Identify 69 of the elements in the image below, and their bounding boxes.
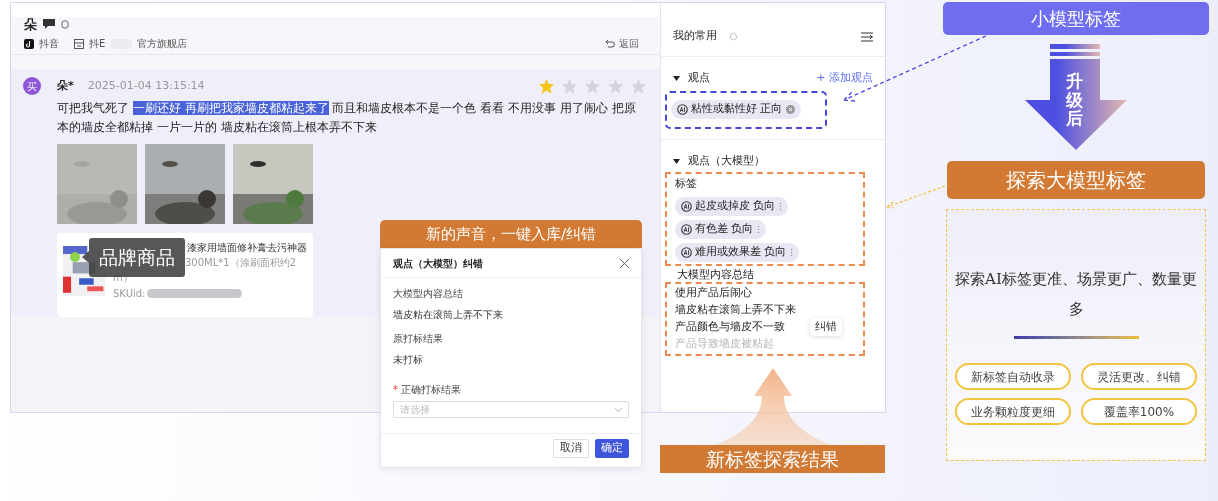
undo-icon xyxy=(605,39,615,48)
field-value: 墙皮粘在滚筒上弄不下来 xyxy=(393,308,504,322)
field-label: 大模型内容总结 xyxy=(393,287,464,301)
field-value: 未打标 xyxy=(393,353,424,367)
summary-line: 产品导致墙皮被粘起 xyxy=(675,335,774,352)
platform-label: 抖音 xyxy=(39,37,59,51)
music-note-icon xyxy=(24,38,34,49)
review-text: 可把我气死了 一刷还好 再刷把我家墙皮都粘起来了 而且和墙皮根本不是一个色 看看 不用没事 用了闹心 把原本的墙皮全都粘掉 一片一片的 墙皮粘在滚筒上根本弄不下来 xyxy=(57,100,637,136)
section-title: 观点（大模型） xyxy=(688,152,765,169)
field-label: 原打标结果 xyxy=(393,332,444,346)
star-icon xyxy=(538,78,555,94)
tag-chip[interactable]: 起皮或掉皮 负向 xyxy=(675,196,788,216)
chat-icon xyxy=(43,19,55,30)
ai-icon xyxy=(681,246,692,258)
user-name: 朵* xyxy=(57,77,74,94)
tag-chip[interactable]: 有色差 负向 xyxy=(675,219,766,239)
caret-icon[interactable] xyxy=(673,75,680,81)
store-name: 官方旗舰店 xyxy=(137,37,188,51)
feature-pill: 业务颗粒度更细 xyxy=(955,398,1071,425)
confirm-button[interactable]: 确定 xyxy=(595,439,629,458)
review-time: 2025-01-04 13:15:14 xyxy=(87,77,205,94)
field-label: 正确打标结果 xyxy=(401,383,461,397)
label-banner: 探索大模型标签 xyxy=(947,161,1205,199)
label-banner: 新的声音，一键入库/纠错 xyxy=(380,220,642,248)
feature-pill: 新标签自动收录 xyxy=(955,363,1071,390)
feature-pill: 灵活更改、纠错 xyxy=(1081,363,1197,390)
ai-icon xyxy=(681,200,692,212)
menu-icon[interactable] xyxy=(861,31,873,42)
summary-title: 大模型内容总结 xyxy=(676,267,755,282)
copy-icon xyxy=(61,19,70,30)
correct-button[interactable]: 纠错 xyxy=(810,317,842,336)
label-banner: 小模型标签 xyxy=(943,2,1209,35)
store-label: 抖E xyxy=(89,37,106,51)
summary-line: 墙皮粘在滚筒上弄不下来 xyxy=(675,301,796,318)
caret-icon[interactable] xyxy=(673,158,680,164)
label-banner: 新标签探索结果 xyxy=(660,445,885,473)
tooltip-text: 品牌商品 xyxy=(89,238,185,277)
store-icon xyxy=(74,38,84,49)
back-button[interactable]: 返回 xyxy=(605,36,639,51)
dialog-title: 观点（大模型）纠错 xyxy=(393,256,483,271)
required-mark: * xyxy=(393,383,398,397)
section-title: 观点 xyxy=(688,69,710,86)
product-title: 漆家用墙面修补膏去污神器 xyxy=(187,241,307,255)
upgrade-label: 升级后 xyxy=(1066,72,1083,129)
remove-icon[interactable] xyxy=(785,105,795,114)
summary-line: 使用产品后闹心 xyxy=(675,284,752,301)
sku-label: SKUid: xyxy=(113,287,146,301)
star-icon xyxy=(630,78,647,94)
gear-icon xyxy=(729,32,738,41)
tags-label: 标签 xyxy=(675,176,697,192)
summary-text: 探索AI标签更准、场景更广、数量更多 xyxy=(954,269,1198,320)
summary-line: 产品颜色与墙皮不一致 xyxy=(675,318,785,335)
cancel-button[interactable]: 取消 xyxy=(553,439,589,458)
star-icon xyxy=(607,78,624,94)
shop-title: 朵 xyxy=(24,15,37,34)
chevron-down-icon xyxy=(615,407,622,412)
tag-chip[interactable]: 粘性或黏性好 正向 xyxy=(671,100,801,119)
star-icon xyxy=(584,78,601,94)
dashed-arrow xyxy=(884,184,946,210)
feature-pill: 覆盖率100% xyxy=(1081,398,1197,425)
close-icon[interactable] xyxy=(620,258,629,268)
product-spec: 300ML*1（涂刷面积约2 xyxy=(185,256,296,270)
star-icon xyxy=(561,78,578,94)
panel-title: 我的常用 xyxy=(673,28,717,45)
ai-icon xyxy=(681,223,692,235)
add-link[interactable]: + 添加观点 xyxy=(816,69,873,87)
ai-icon xyxy=(677,104,688,115)
tag-chip[interactable]: 难用或效果差 负向 xyxy=(675,242,799,262)
avatar: 买 xyxy=(23,77,41,95)
